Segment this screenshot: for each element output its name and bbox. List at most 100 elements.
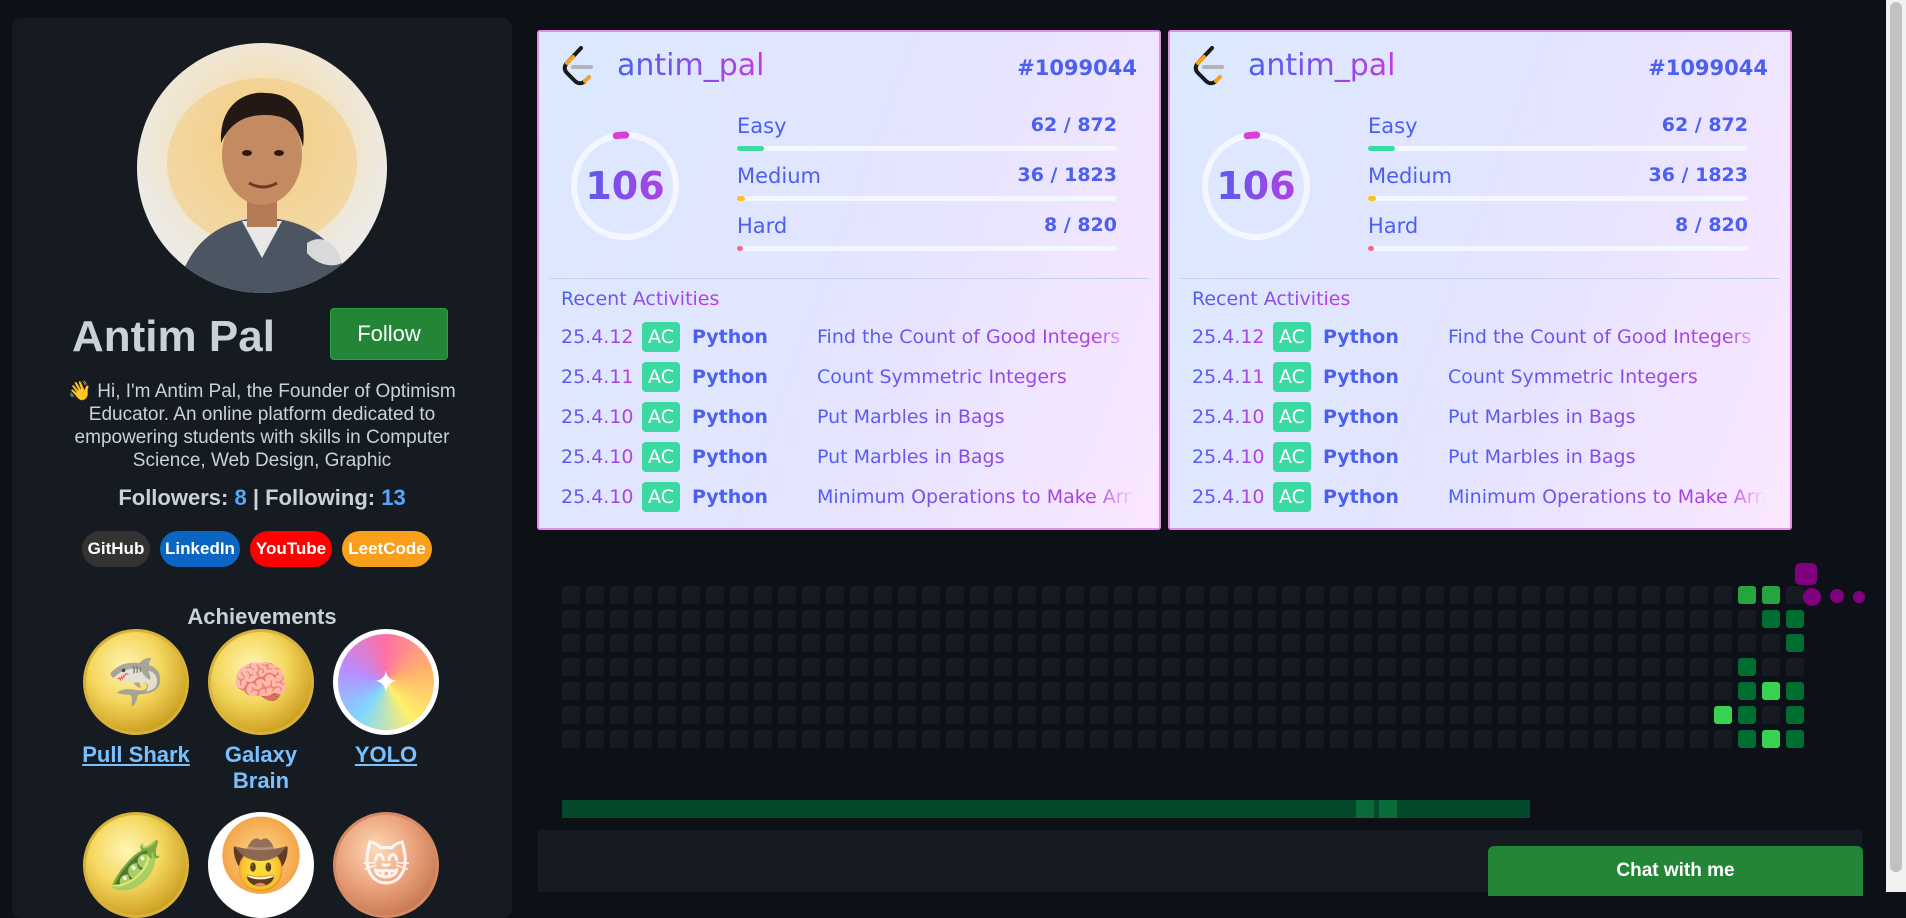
contribution-cell <box>1474 682 1492 700</box>
avatar[interactable] <box>137 43 387 293</box>
contribution-cell <box>730 610 748 628</box>
activity-title[interactable]: Count Symmetric Integers <box>817 366 1135 388</box>
contribution-cell <box>994 610 1012 628</box>
contribution-cell <box>1498 730 1516 748</box>
activity-title[interactable]: Find the Count of Good Integers <box>817 326 1135 348</box>
chat-button[interactable]: Chat with me <box>1488 846 1863 896</box>
cat-badge[interactable]: 😸 <box>333 812 439 918</box>
activity-row[interactable]: 25.4.10 AC Python Minimum Operations to … <box>1192 482 1782 514</box>
hard-count: 8 / 820 <box>1043 214 1117 236</box>
contribution-cell <box>1690 706 1708 724</box>
contribution-cell <box>1378 586 1396 604</box>
brain-icon: 🧠 <box>232 654 290 709</box>
pull-shark-label-text[interactable]: Pull Shark <box>82 742 190 767</box>
contribution-cell <box>1450 634 1468 652</box>
activity-row[interactable]: 25.4.10 AC Python Minimum Operations to … <box>561 482 1151 514</box>
pull-shark-label[interactable]: Pull Shark <box>66 742 206 768</box>
solved-count: 106 <box>569 130 681 242</box>
contribution-cell <box>586 586 604 604</box>
contribution-cell <box>1738 610 1756 628</box>
activity-title[interactable]: Minimum Operations to Make Array Values … <box>817 486 1135 508</box>
activity-row[interactable]: 25.4.12 AC Python Find the Count of Good… <box>561 322 1151 354</box>
lc-rank: #1099044 <box>1017 56 1137 80</box>
github-link[interactable]: GitHub <box>82 531 150 567</box>
contribution-cell <box>1426 706 1444 724</box>
contribution-cell <box>1114 610 1132 628</box>
activity-row[interactable]: 25.4.10 AC Python Put Marbles in Bags <box>561 402 1151 434</box>
contribution-cell <box>1570 658 1588 676</box>
contribution-cell <box>1162 706 1180 724</box>
easy-count: 62 / 872 <box>1030 114 1117 136</box>
activity-row[interactable]: 25.4.10 AC Python Put Marbles in Bags <box>1192 442 1782 474</box>
lc-username[interactable]: antim_pal <box>1248 48 1395 83</box>
activity-title[interactable]: Put Marbles in Bags <box>1448 446 1766 468</box>
lc-username[interactable]: antim_pal <box>617 48 764 83</box>
contribution-cell <box>1546 658 1564 676</box>
contribution-cell <box>1690 682 1708 700</box>
contribution-cell <box>1186 682 1204 700</box>
activity-date: 25.4.12 <box>561 326 634 348</box>
contribution-cell <box>730 658 748 676</box>
medium-bar-fill <box>1368 196 1376 201</box>
contribution-cell <box>1210 658 1228 676</box>
contribution-cell <box>1570 682 1588 700</box>
galaxy-brain-badge[interactable]: 🧠 <box>208 629 314 735</box>
activity-title[interactable]: Put Marbles in Bags <box>817 406 1135 428</box>
pull-shark-badge[interactable]: 🦈 <box>83 629 189 735</box>
contribution-cell <box>586 634 604 652</box>
medium-bar-fill <box>737 196 745 201</box>
pea-pod-badge[interactable]: 🫛 <box>83 812 189 918</box>
yolo-label-text[interactable]: YOLO <box>355 742 417 767</box>
leetcode-card[interactable]: antim_pal #1099044 106 Easy 62 / 872 Med… <box>1168 30 1792 530</box>
contribution-cell <box>946 682 964 700</box>
activity-status: AC <box>642 322 680 352</box>
contribution-cell <box>1378 730 1396 748</box>
contribution-cell <box>1282 730 1300 748</box>
contribution-cell <box>1690 634 1708 652</box>
follow-button[interactable]: Follow <box>330 308 448 360</box>
activity-title[interactable]: Put Marbles in Bags <box>1448 406 1766 428</box>
activity-title[interactable]: Count Symmetric Integers <box>1448 366 1766 388</box>
activity-row[interactable]: 25.4.11 AC Python Count Symmetric Intege… <box>561 362 1151 394</box>
contribution-cell <box>1234 706 1252 724</box>
contribution-cell <box>1090 682 1108 700</box>
leetcode-card[interactable]: antim_pal #1099044 106 Easy 62 / 872 Med… <box>537 30 1161 530</box>
contribution-cell <box>586 730 604 748</box>
contribution-cell <box>1186 658 1204 676</box>
contribution-cell <box>1330 634 1348 652</box>
following-count[interactable]: 13 <box>381 485 405 510</box>
yolo-badge[interactable]: ✦ <box>333 629 439 735</box>
contribution-cell <box>1450 682 1468 700</box>
activity-title[interactable]: Minimum Operations to Make Array Values … <box>1448 486 1766 508</box>
hard-count: 8 / 820 <box>1674 214 1748 236</box>
activity-row[interactable]: 25.4.12 AC Python Find the Count of Good… <box>1192 322 1782 354</box>
contribution-cell <box>1018 586 1036 604</box>
cowboy-badge[interactable]: 🤠 <box>208 812 314 918</box>
activity-row[interactable]: 25.4.10 AC Python Put Marbles in Bags <box>1192 402 1782 434</box>
youtube-link[interactable]: YouTube <box>250 531 332 567</box>
activity-row[interactable]: 25.4.10 AC Python Put Marbles in Bags <box>561 442 1151 474</box>
leetcode-link[interactable]: LeetCode <box>342 531 432 567</box>
linkedin-link[interactable]: LinkedIn <box>160 531 240 567</box>
easy-count: 62 / 872 <box>1661 114 1748 136</box>
page-scrollbar[interactable] <box>1886 0 1906 892</box>
galaxy-brain-label[interactable]: Galaxy Brain <box>191 742 331 794</box>
lc-rank: #1099044 <box>1648 56 1768 80</box>
contribution-cell <box>610 610 628 628</box>
contribution-cell <box>1138 730 1156 748</box>
galaxy-brain-label-text[interactable]: Galaxy Brain <box>216 742 306 794</box>
stats-separator: | <box>252 485 259 510</box>
followers-count[interactable]: 8 <box>234 485 246 510</box>
yolo-label[interactable]: YOLO <box>316 742 456 768</box>
contribution-cell <box>826 634 844 652</box>
contribution-cell <box>1450 610 1468 628</box>
activity-title[interactable]: Put Marbles in Bags <box>817 446 1135 468</box>
activity-row[interactable]: 25.4.11 AC Python Count Symmetric Intege… <box>1192 362 1782 394</box>
contribution-cell <box>778 610 796 628</box>
activity-language: Python <box>1323 406 1399 428</box>
scrollbar-thumb[interactable] <box>1890 2 1902 872</box>
contribution-cell <box>1498 634 1516 652</box>
contribution-cell <box>1234 730 1252 748</box>
activity-title[interactable]: Find the Count of Good Integers <box>1448 326 1766 348</box>
contribution-cell <box>1186 634 1204 652</box>
